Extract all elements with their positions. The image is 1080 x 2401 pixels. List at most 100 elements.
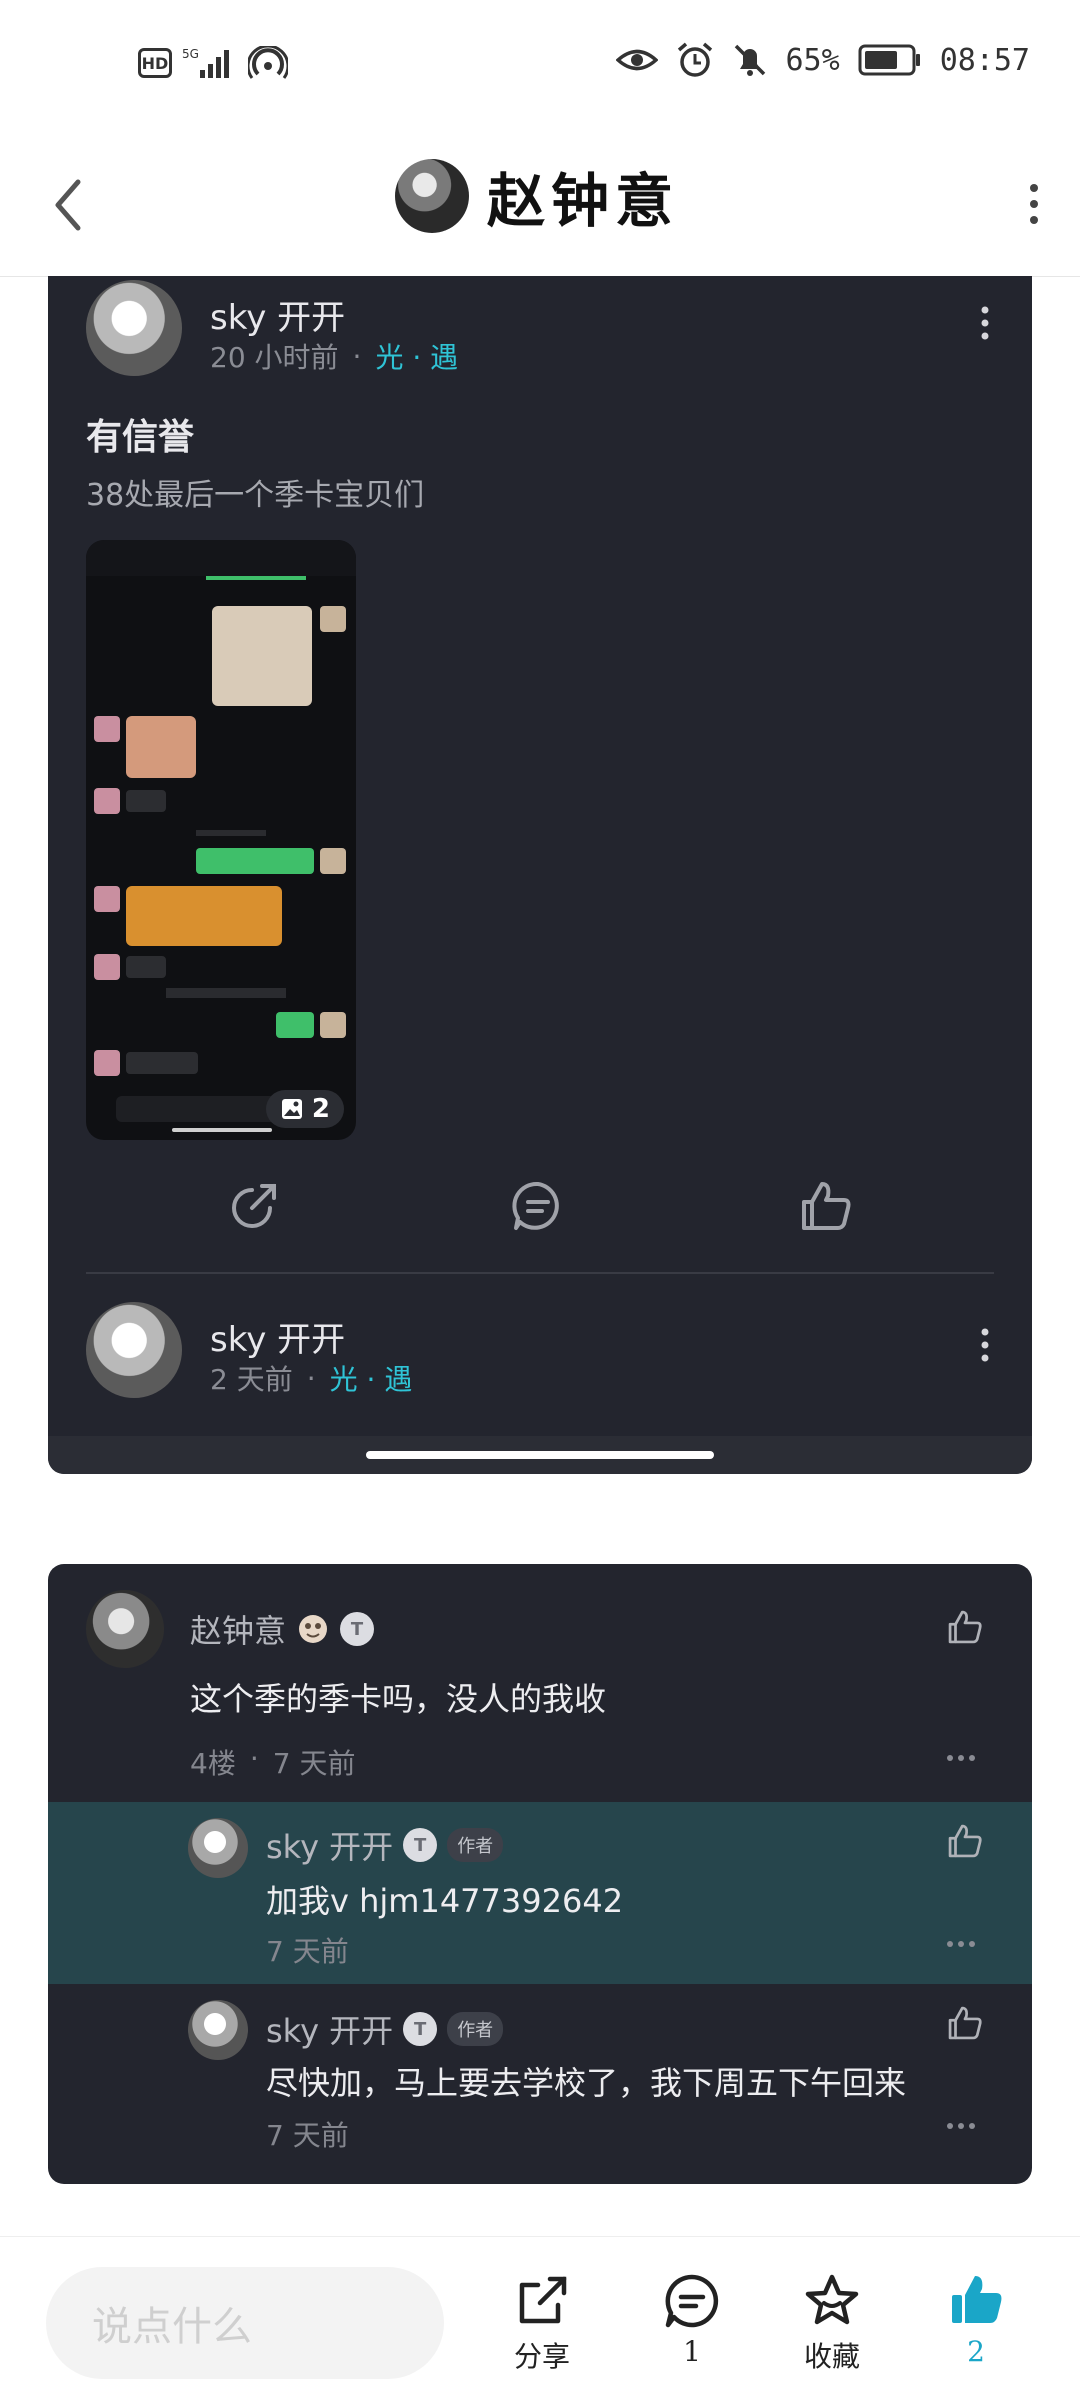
like-icon[interactable] xyxy=(798,1178,854,1234)
thumb-bubble-green xyxy=(276,1012,314,1038)
reply-more-icon[interactable] xyxy=(946,1922,976,1957)
level-badge: T xyxy=(403,1828,438,1862)
reply-time: 7 天前 xyxy=(266,2119,349,2152)
thumb-bubble-green xyxy=(196,848,314,874)
header-avatar[interactable] xyxy=(395,159,469,233)
post-topic-tag[interactable]: 光 · 遇 xyxy=(375,336,458,376)
svg-text:5G: 5G xyxy=(182,47,199,61)
signal-icon: 5G xyxy=(182,47,229,78)
reply-time: 7 天前 xyxy=(266,1935,349,1968)
star-icon xyxy=(805,2274,859,2325)
reply-text: 加我v hjm1477392642 xyxy=(266,1882,624,1920)
thumb-dog-image xyxy=(212,606,312,706)
comment-icon xyxy=(665,2274,719,2328)
comment-floor: 4楼 xyxy=(190,1747,236,1780)
hd-badge: HD xyxy=(138,48,172,78)
share-label: 分享 xyxy=(513,2340,570,2373)
status-left: HD 5G xyxy=(138,46,288,80)
page-title: 赵钟意 xyxy=(487,167,680,235)
thumb-avatar xyxy=(94,716,120,742)
comment-like-icon[interactable] xyxy=(946,1608,984,1646)
post2-topic-tag[interactable]: 光 · 遇 xyxy=(330,1358,413,1398)
meta-separator: · xyxy=(352,339,362,373)
post-more-icon[interactable] xyxy=(980,306,990,346)
post-meta: 20 小时前 · 光 · 遇 xyxy=(210,336,458,376)
battery-icon xyxy=(858,44,920,76)
comment-username[interactable]: 赵钟意 xyxy=(190,1606,286,1652)
post-title: 有信誉 xyxy=(86,417,195,458)
thumb-face-image xyxy=(126,716,196,778)
reply-avatar[interactable] xyxy=(188,2000,248,2060)
meta-separator: · xyxy=(249,1742,259,1775)
collect-label: 收藏 xyxy=(803,2340,860,2373)
image-count: 2 xyxy=(311,1094,330,1124)
reply-username[interactable]: sky 开开 xyxy=(266,1822,393,1868)
gallery-icon xyxy=(281,1099,302,1119)
share-icon xyxy=(519,2276,567,2324)
chevron-left-icon[interactable] xyxy=(48,170,88,240)
like-filled-icon xyxy=(952,2276,1002,2323)
home-indicator xyxy=(366,1451,714,1459)
post-time: 20 小时前 xyxy=(210,341,339,374)
reply-username[interactable]: sky 开开 xyxy=(266,2006,393,2052)
hotspot-icon xyxy=(248,46,288,79)
thumb-avatar xyxy=(94,886,120,912)
post-image[interactable]: 2 xyxy=(86,540,356,1140)
meta-separator: · xyxy=(306,1361,316,1395)
author-tag: 作者 xyxy=(447,1828,504,1862)
mute-bell-icon xyxy=(734,44,765,76)
status-right: 65% 08:57 xyxy=(615,42,1030,78)
thumb-avatar xyxy=(320,848,346,874)
status-time: 08:57 xyxy=(939,42,1030,78)
post2-meta: 2 天前 · 光 · 遇 xyxy=(210,1358,412,1398)
thumb-home-bar xyxy=(172,1128,272,1132)
thumb-redpacket xyxy=(126,886,282,946)
post2-more-icon[interactable] xyxy=(980,1328,990,1368)
collect-button[interactable]: 收藏 xyxy=(802,2271,862,2375)
alarm-icon xyxy=(677,42,712,77)
reply-text: 尽快加，马上要去学校了，我下周五下午回来 xyxy=(266,2064,907,2102)
comment-text: 这个季的季卡吗，没人的我收 xyxy=(190,1680,607,1718)
share-icon[interactable] xyxy=(226,1178,282,1234)
reply-like-icon[interactable] xyxy=(946,2004,984,2042)
header-title-group[interactable]: 赵钟意 xyxy=(395,154,679,238)
thumb-status xyxy=(86,540,356,576)
share-button[interactable]: 分享 xyxy=(512,2271,572,2375)
eye-icon xyxy=(615,49,658,71)
post-username[interactable]: sky 开开 xyxy=(210,290,345,339)
thumb-avatar xyxy=(320,1012,346,1038)
level-badge: T xyxy=(403,2012,438,2046)
author-tag: 作者 xyxy=(447,2012,504,2046)
reply-more-icon[interactable] xyxy=(946,2104,976,2139)
embedded-post-card: sky 开开 20 小时前 · 光 · 遇 有信誉 38处最后一个季卡宝贝们 2… xyxy=(48,276,1032,1474)
comment-header: 赵钟意 T xyxy=(190,1606,375,1652)
reply-header: sky 开开 T 作者 xyxy=(266,2006,504,2052)
thumb-notice xyxy=(166,988,286,998)
comment-avatar[interactable] xyxy=(86,1590,164,1668)
post2-username[interactable]: sky 开开 xyxy=(210,1312,345,1361)
thumb-avatar xyxy=(94,1050,120,1076)
level-badge: T xyxy=(340,1612,375,1646)
post-avatar[interactable] xyxy=(86,280,182,376)
comment-more-icon[interactable] xyxy=(946,1736,976,1771)
thumb-timestamp xyxy=(196,830,266,836)
post2-time: 2 天前 xyxy=(210,1363,293,1396)
comment-icon[interactable] xyxy=(510,1178,566,1234)
thumb-avatar xyxy=(320,606,346,632)
thumb-tab-line xyxy=(206,576,306,580)
vertical-dots-icon[interactable] xyxy=(1024,182,1044,226)
comment-count: 1 xyxy=(683,2335,701,2368)
comment-time: 7 天前 xyxy=(272,1747,356,1780)
thumb-bubble xyxy=(126,1052,198,1074)
comment-input[interactable]: 说点什么 xyxy=(46,2267,444,2379)
comment-button[interactable]: 1 xyxy=(662,2271,722,2368)
reply-like-icon[interactable] xyxy=(946,1822,984,1860)
status-bar: HD 5G 65% 08:57 xyxy=(0,0,1080,130)
medal-icon xyxy=(299,1615,328,1643)
image-count-badge: 2 xyxy=(265,1090,344,1128)
comments-card: 赵钟意 T 这个季的季卡吗，没人的我收 4楼 · 7 天前 sky 开开 T 作… xyxy=(48,1564,1032,2184)
comment-meta: 4楼 · 7 天前 xyxy=(190,1742,355,1782)
post2-avatar[interactable] xyxy=(86,1302,182,1398)
reply-avatar[interactable] xyxy=(188,1818,248,1878)
like-button[interactable]: 2 xyxy=(946,2271,1006,2368)
